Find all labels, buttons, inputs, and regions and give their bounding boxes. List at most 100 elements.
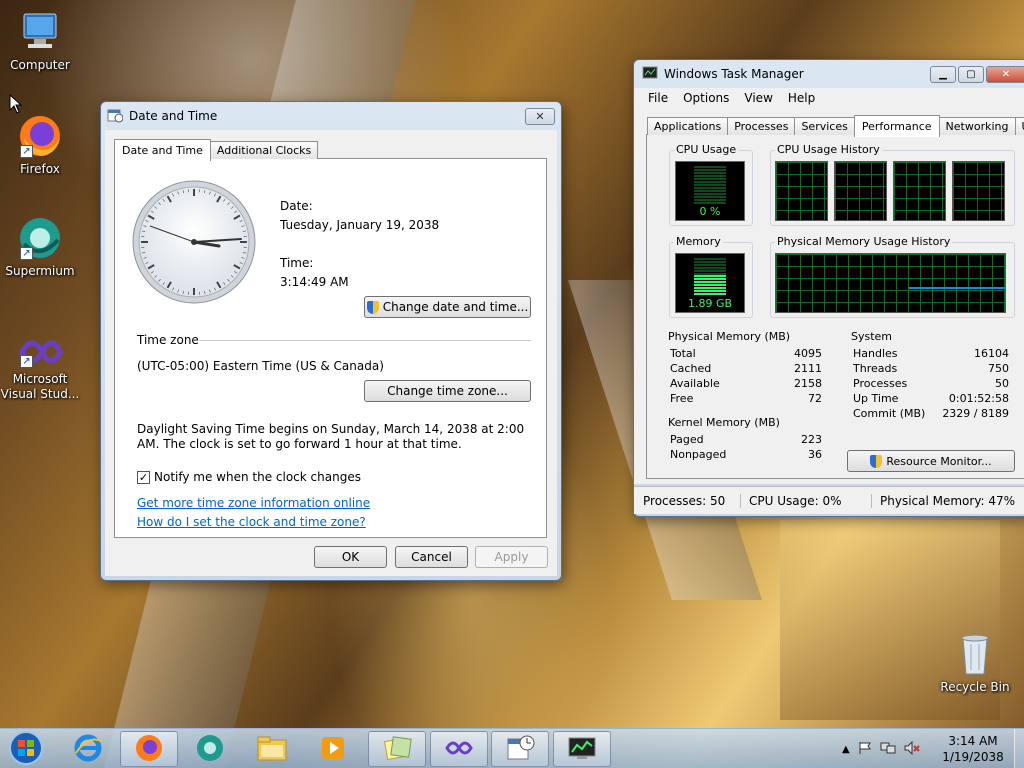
- help-set-clock-link[interactable]: How do I set the clock and time zone?: [137, 515, 366, 529]
- cpu-history-label: CPU Usage History: [775, 143, 882, 156]
- sticky-notes-icon: [382, 734, 412, 765]
- taskbar-supermium[interactable]: [181, 731, 239, 767]
- action-center-flag-icon[interactable]: [858, 741, 872, 758]
- resource-monitor-button[interactable]: Resource Monitor...: [847, 450, 1015, 472]
- stat-label: Cached: [670, 362, 712, 375]
- computer-icon: [16, 8, 64, 56]
- cpu-history-graph-core1: [834, 161, 887, 221]
- tab-panel: Date: Tuesday, January 19, 2038 Time: 3:…: [114, 158, 547, 538]
- memory-value: 1.89 GB: [687, 297, 733, 310]
- status-memory: Physical Memory: 47%: [880, 493, 1016, 508]
- stat-available: Available 2158: [670, 377, 822, 390]
- firefox-icon: [134, 733, 164, 766]
- recycle-bin-icon: [951, 630, 999, 678]
- show-hidden-icons-icon[interactable]: ▲: [842, 744, 850, 755]
- button-label: OK: [341, 550, 360, 564]
- tab-networking[interactable]: Networking: [938, 117, 1016, 135]
- maximize-button[interactable]: ▢: [958, 65, 984, 83]
- uac-shield-icon: [870, 454, 883, 468]
- cancel-button[interactable]: Cancel: [395, 546, 468, 568]
- timezone-value: (UTC-05:00) Eastern Time (US & Canada): [137, 359, 384, 373]
- tab-applications[interactable]: Applications: [647, 117, 729, 135]
- menu-view[interactable]: View: [744, 91, 772, 105]
- stat-nonpaged: Nonpaged 36: [670, 448, 822, 461]
- memory-meter: 1.89 GB: [675, 253, 745, 313]
- taskbar-date-time[interactable]: [491, 731, 549, 767]
- menu-options[interactable]: Options: [683, 91, 729, 105]
- apply-button[interactable]: Apply: [475, 546, 548, 568]
- taskbar-media-player[interactable]: [304, 731, 362, 767]
- taskbar-task-manager[interactable]: [553, 731, 611, 767]
- change-timezone-button[interactable]: Change time zone...: [364, 380, 531, 402]
- file-explorer-icon: [256, 734, 288, 765]
- kernel-memory-header: Kernel Memory (MB): [666, 416, 782, 429]
- network-icon[interactable]: [880, 741, 896, 758]
- physical-memory-group: Physical Memory (MB) Total 4095 Cached 211…: [666, 330, 831, 413]
- internet-explorer-icon: [73, 733, 103, 766]
- close-button[interactable]: ✕: [525, 107, 555, 125]
- tab-additional-clocks[interactable]: Additional Clocks: [209, 141, 319, 159]
- dialog-title: Date and Time: [129, 109, 218, 123]
- taskbar-sticky-notes[interactable]: [368, 731, 426, 767]
- stat-label: Up Time: [853, 392, 899, 405]
- tab-users[interactable]: Users: [1014, 117, 1024, 135]
- phys-history-group: Physical Memory Usage History: [770, 235, 1015, 318]
- taskbar-file-explorer[interactable]: [243, 731, 301, 767]
- stat-label: Commit (MB): [853, 407, 926, 420]
- menu-help[interactable]: Help: [788, 91, 815, 105]
- taskbar-firefox[interactable]: [120, 731, 178, 767]
- show-desktop-button[interactable]: [1014, 729, 1024, 768]
- taskmgr-titlebar[interactable]: Windows Task Manager ▁ ▢ ✕: [634, 60, 1024, 88]
- button-label: Resource Monitor...: [886, 454, 992, 468]
- stat-label: Handles: [853, 347, 898, 360]
- desktop-icon-computer[interactable]: Computer: [0, 8, 80, 73]
- tab-services[interactable]: Services: [794, 117, 855, 135]
- menu-file[interactable]: File: [648, 91, 668, 105]
- close-icon: ✕: [535, 109, 545, 123]
- dialog-titlebar[interactable]: Date and Time ✕: [101, 102, 561, 130]
- start-button[interactable]: [6, 730, 46, 768]
- desktop-icon-recycle-bin[interactable]: Recycle Bin: [935, 630, 1015, 695]
- visual-studio-icon: ↗: [16, 332, 64, 370]
- notify-checkbox-row[interactable]: ✓ Notify me when the clock changes: [137, 470, 361, 484]
- stat-value: 2329 / 8189: [942, 407, 1009, 420]
- desktop-icon-label: Firefox: [20, 162, 60, 176]
- button-label: Change time zone...: [387, 384, 508, 398]
- volume-muted-icon[interactable]: [904, 740, 920, 758]
- taskmgr-body: Applications Processes Services Performance…: [634, 108, 1024, 484]
- stat-cached: Cached 2111: [670, 362, 822, 375]
- button-label: Cancel: [411, 550, 452, 564]
- change-date-time-button[interactable]: Change date and time...: [364, 296, 531, 318]
- date-time-icon: [107, 107, 124, 126]
- tab-date-and-time[interactable]: Date and Time: [114, 139, 211, 161]
- cpu-history-group: CPU Usage History: [770, 143, 1015, 226]
- stat-value: 0:01:52:58: [948, 392, 1009, 405]
- notify-checkbox[interactable]: ✓: [137, 470, 150, 484]
- cpu-usage-meter: 0 %: [675, 161, 745, 221]
- date-label: Date:: [280, 199, 313, 213]
- stat-free: Free 72: [670, 392, 822, 405]
- taskbar-internet-explorer[interactable]: [59, 731, 117, 767]
- taskbar-clock[interactable]: 3:14 AM 1/19/2038: [940, 733, 1006, 765]
- timezone-info-link[interactable]: Get more time zone information online: [137, 496, 370, 510]
- tab-processes[interactable]: Processes: [727, 117, 796, 135]
- system-group: System Handles 16104 Threads 750 Processes…: [849, 330, 1014, 427]
- desktop-icon-visual-studio[interactable]: ↗ Microsoft Visual Stud...: [0, 332, 80, 402]
- desktop-icon-firefox[interactable]: ↗ Firefox: [0, 112, 80, 177]
- ok-button[interactable]: OK: [314, 546, 387, 568]
- taskmgr-title: Windows Task Manager: [664, 67, 804, 81]
- desktop-icon-supermium[interactable]: ↗ Supermium: [0, 214, 80, 279]
- clock-time: 3:14 AM: [948, 734, 998, 748]
- system-tray: ▲: [842, 729, 942, 768]
- minimize-button[interactable]: ▁: [930, 65, 956, 83]
- visual-studio-icon: [443, 736, 475, 763]
- stat-value: 750: [988, 362, 1009, 375]
- taskbar-visual-studio[interactable]: [430, 731, 488, 767]
- stat-value: 2158: [794, 377, 822, 390]
- taskbar: ▲ 3:14 AM 1/19/2038: [0, 728, 1024, 768]
- tab-performance[interactable]: Performance: [853, 115, 940, 137]
- close-button[interactable]: ✕: [986, 65, 1024, 83]
- uac-shield-icon: [366, 300, 379, 314]
- stat-label: Processes: [853, 377, 908, 390]
- desktop-icon-label: Computer: [10, 58, 70, 72]
